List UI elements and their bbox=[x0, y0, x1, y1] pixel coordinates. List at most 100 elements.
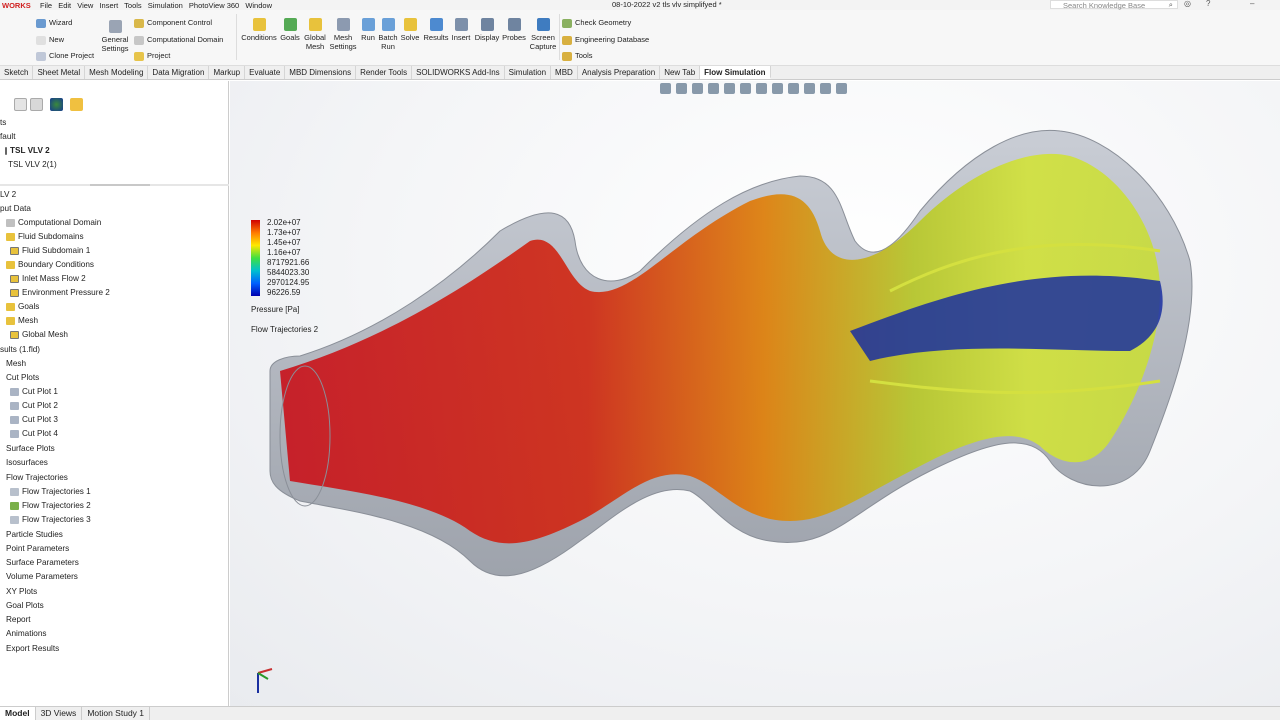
tree-cut-plot-4[interactable]: Cut Plot 4 bbox=[10, 429, 58, 439]
new-button[interactable]: New bbox=[36, 35, 64, 45]
menu-view[interactable]: View bbox=[77, 1, 93, 10]
menu-insert[interactable]: Insert bbox=[99, 1, 118, 10]
tree-report[interactable]: Report bbox=[6, 615, 31, 625]
search-input[interactable]: Search Knowledge Base ⌕ bbox=[1050, 0, 1178, 10]
tree-label: Flow Trajectories 3 bbox=[22, 515, 91, 524]
tree-item-config[interactable]: TSL VLV 2 bbox=[5, 146, 50, 156]
tools-button[interactable]: Tools bbox=[562, 51, 593, 61]
tab-solidworks-add-ins[interactable]: SOLIDWORKS Add-Ins bbox=[412, 66, 505, 79]
minimize-icon[interactable]: – bbox=[1250, 0, 1254, 8]
flow-model-canvas[interactable] bbox=[230, 81, 1280, 706]
tab-new-tab[interactable]: New Tab bbox=[660, 66, 701, 79]
menu-simulation[interactable]: Simulation bbox=[148, 1, 183, 10]
tree-isosurfaces[interactable]: Isosurfaces bbox=[6, 458, 48, 468]
appearance-icon[interactable] bbox=[50, 98, 63, 111]
check-geometry-button[interactable]: Check Geometry bbox=[562, 18, 631, 28]
menu-file[interactable]: File bbox=[40, 1, 52, 10]
tree-goal-plots[interactable]: Goal Plots bbox=[6, 601, 44, 611]
wizard-icon bbox=[36, 18, 46, 28]
tab-3d-views[interactable]: 3D Views bbox=[36, 707, 83, 720]
flow-analysis-icon[interactable] bbox=[70, 98, 83, 111]
tab-mbd-dimensions[interactable]: MBD Dimensions bbox=[285, 66, 357, 79]
tree-input-data[interactable]: put Data bbox=[0, 204, 31, 214]
tab-data-migration[interactable]: Data Migration bbox=[148, 66, 210, 79]
tab-model[interactable]: Model bbox=[0, 707, 36, 720]
menu-edit[interactable]: Edit bbox=[58, 1, 71, 10]
tree-cut-plot-1[interactable]: Cut Plot 1 bbox=[10, 387, 58, 397]
tree-mesh[interactable]: Mesh bbox=[6, 316, 38, 326]
mesh-settings-button[interactable]: Mesh Settings bbox=[328, 18, 358, 51]
tree-results-mesh[interactable]: Mesh bbox=[6, 359, 26, 369]
menu-photoview[interactable]: PhotoView 360 bbox=[189, 1, 239, 10]
tree-volume-parameters[interactable]: Volume Parameters bbox=[6, 572, 78, 582]
tree-label: Computational Domain bbox=[18, 218, 102, 227]
search-icon[interactable]: ⌕ bbox=[1169, 0, 1173, 10]
run-button[interactable]: Run bbox=[359, 18, 377, 42]
tree-boundary-conditions[interactable]: Boundary Conditions bbox=[6, 260, 94, 270]
insert-button[interactable]: Insert bbox=[449, 18, 473, 42]
tab-simulation[interactable]: Simulation bbox=[505, 66, 552, 79]
tree-results[interactable]: sults (1.fld) bbox=[0, 345, 40, 355]
tree-surface-plots[interactable]: Surface Plots bbox=[6, 444, 55, 454]
panel-splitter[interactable] bbox=[0, 184, 229, 186]
tree-flow-trajectories[interactable]: Flow Trajectories bbox=[6, 473, 68, 483]
tree-environment-pressure-2[interactable]: Environment Pressure 2 bbox=[10, 288, 110, 298]
tab-evaluate[interactable]: Evaluate bbox=[245, 66, 286, 79]
tree-computational-domain[interactable]: Computational Domain bbox=[6, 218, 101, 228]
batch-run-button[interactable]: Batch Run bbox=[377, 18, 399, 51]
computational-domain-button[interactable]: Computational Domain bbox=[134, 35, 223, 45]
tree-surface-parameters[interactable]: Surface Parameters bbox=[6, 558, 79, 568]
tab-render-tools[interactable]: Render Tools bbox=[356, 66, 413, 79]
tree-xy-plots[interactable]: XY Plots bbox=[6, 587, 37, 597]
solve-button[interactable]: Solve bbox=[399, 18, 421, 42]
tree-particle-studies[interactable]: Particle Studies bbox=[6, 530, 63, 540]
tree-root[interactable]: LV 2 bbox=[0, 190, 16, 200]
tab-motion-study-1[interactable]: Motion Study 1 bbox=[82, 707, 151, 720]
results-button[interactable]: Results bbox=[423, 18, 449, 42]
property-icon[interactable] bbox=[30, 98, 43, 111]
clone-project-button[interactable]: Clone Project bbox=[36, 51, 94, 61]
tree-goals[interactable]: Goals bbox=[6, 302, 39, 312]
tree-flow-trajectories-1[interactable]: Flow Trajectories 1 bbox=[10, 487, 91, 497]
tree-cut-plots[interactable]: Cut Plots bbox=[6, 373, 39, 383]
tab-markup[interactable]: Markup bbox=[209, 66, 246, 79]
screen-capture-button[interactable]: Screen Capture bbox=[528, 18, 558, 51]
engineering-database-button[interactable]: Engineering Database bbox=[562, 35, 649, 45]
feature-tree-icon[interactable] bbox=[14, 98, 27, 111]
tree-export-results[interactable]: Export Results bbox=[6, 644, 59, 654]
cut-plot-icon bbox=[10, 401, 19, 410]
tree-global-mesh[interactable]: Global Mesh bbox=[10, 330, 68, 340]
tab-flow-simulation[interactable]: Flow Simulation bbox=[700, 66, 771, 79]
graphics-viewport[interactable]: 2.02e+07 1.73e+07 1.45e+07 1.16e+07 8717… bbox=[230, 81, 1280, 706]
tree-item[interactable]: fault bbox=[0, 132, 15, 142]
goals-button[interactable]: Goals bbox=[279, 18, 301, 42]
general-settings-button[interactable]: General Settings bbox=[100, 20, 130, 53]
help-icon[interactable]: ? bbox=[1206, 0, 1210, 8]
project-button[interactable]: Project bbox=[134, 51, 170, 61]
tree-item-config[interactable]: TSL VLV 2(1) bbox=[8, 160, 57, 170]
tab-sheet-metal[interactable]: Sheet Metal bbox=[33, 66, 86, 79]
conditions-button[interactable]: Conditions bbox=[240, 18, 278, 42]
global-mesh-button[interactable]: Global Mesh bbox=[302, 18, 328, 51]
tree-fluid-subdomains[interactable]: Fluid Subdomains bbox=[6, 232, 84, 242]
tree-fluid-subdomain-1[interactable]: Fluid Subdomain 1 bbox=[10, 246, 90, 256]
probes-button[interactable]: Probes bbox=[501, 18, 527, 42]
wizard-button[interactable]: Wizard bbox=[36, 18, 72, 28]
tree-flow-trajectories-2[interactable]: Flow Trajectories 2 bbox=[10, 501, 91, 511]
tree-point-parameters[interactable]: Point Parameters bbox=[6, 544, 69, 554]
tree-flow-trajectories-3[interactable]: Flow Trajectories 3 bbox=[10, 515, 91, 525]
tab-mesh-modeling[interactable]: Mesh Modeling bbox=[85, 66, 149, 79]
tab-analysis-preparation[interactable]: Analysis Preparation bbox=[578, 66, 661, 79]
display-button[interactable]: Display bbox=[473, 18, 501, 42]
component-control-button[interactable]: Component Control bbox=[134, 18, 212, 28]
tab-mbd[interactable]: MBD bbox=[551, 66, 578, 79]
tree-animations[interactable]: Animations bbox=[6, 629, 47, 639]
tree-inlet-mass-flow-2[interactable]: Inlet Mass Flow 2 bbox=[10, 274, 86, 284]
user-icon[interactable]: ◎ bbox=[1184, 0, 1191, 8]
menu-tools[interactable]: Tools bbox=[124, 1, 142, 10]
tab-sketch[interactable]: Sketch bbox=[0, 66, 34, 79]
tree-cut-plot-3[interactable]: Cut Plot 3 bbox=[10, 415, 58, 425]
tree-item[interactable]: ts bbox=[0, 118, 6, 128]
tree-cut-plot-2[interactable]: Cut Plot 2 bbox=[10, 401, 58, 411]
menu-window[interactable]: Window bbox=[245, 1, 272, 10]
